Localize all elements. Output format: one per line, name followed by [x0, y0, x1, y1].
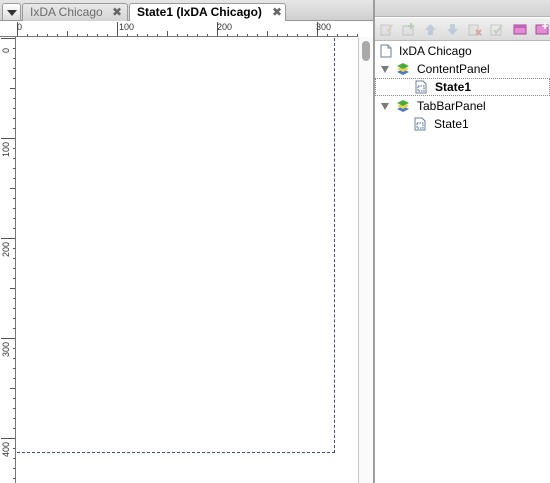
scrollbar-thumb[interactable]: [362, 41, 370, 61]
add-panel-icon[interactable]: [513, 22, 528, 37]
tab-close-icon[interactable]: ✖: [112, 4, 122, 20]
tree-item-label: TabBarPanel: [417, 99, 486, 113]
document-tab-strip: IxDA Chicago ✖ State1 (IxDA Chicago) ✖: [0, 0, 373, 22]
tab-list-menu-button[interactable]: [2, 3, 21, 20]
move-down-icon[interactable]: [445, 22, 460, 37]
tree-item-content-panel[interactable]: ContentPanel: [375, 60, 550, 78]
canvas-vertical-scrollbar[interactable]: [358, 37, 373, 483]
dynamic-panel-manager: IxDA Chicago ContentPanel State1 TabBarP…: [375, 0, 550, 483]
tree-item-state[interactable]: State1: [375, 115, 550, 133]
disclosure-triangle-icon[interactable]: [381, 103, 389, 110]
tab-close-icon[interactable]: ✖: [272, 4, 282, 20]
ruler-label: 0: [1, 47, 11, 53]
vertical-ruler-ticks: [1, 38, 15, 479]
tab-ixda-chicago[interactable]: IxDA Chicago ✖: [22, 3, 128, 21]
ruler-label: 200: [1, 241, 11, 257]
vertical-ruler: 0 100 200 300 400: [0, 37, 16, 483]
properties-icon[interactable]: [489, 22, 504, 37]
tab-state1-ixda-chicago[interactable]: State1 (IxDA Chicago) ✖: [129, 3, 286, 22]
panel-toolbar: [375, 18, 550, 41]
page-boundary: [17, 38, 335, 453]
tree-item-page[interactable]: IxDA Chicago: [375, 42, 550, 60]
ruler-label: 200: [217, 22, 233, 32]
add-icon[interactable]: [401, 22, 416, 37]
state-icon: [415, 80, 427, 94]
triangle-down-icon: [7, 10, 17, 16]
dynamic-panel-icon: [397, 100, 409, 112]
design-canvas[interactable]: [17, 38, 358, 483]
tree-item-label: IxDA Chicago: [399, 44, 472, 58]
tree-item-tabbar-panel[interactable]: TabBarPanel: [375, 97, 550, 115]
page-icon: [380, 44, 392, 58]
ruler-label: 400: [1, 441, 11, 457]
tree-item-label: State1: [434, 117, 469, 131]
delete-icon[interactable]: [467, 22, 482, 37]
move-up-icon[interactable]: [423, 22, 438, 37]
ruler-label: 0: [17, 22, 23, 32]
ruler-label: 300: [316, 22, 332, 32]
ruler-label: 100: [1, 141, 11, 157]
state-icon: [414, 117, 426, 131]
dynamic-panel-icon: [397, 63, 409, 75]
horizontal-ruler-ticks: [17, 22, 358, 36]
disclosure-triangle-icon[interactable]: [381, 66, 389, 73]
tree-item-label: ContentPanel: [417, 62, 490, 76]
tab-label: State1 (IxDA Chicago): [137, 5, 262, 19]
panel-header: [375, 0, 550, 17]
horizontal-ruler: 0 100 200 300: [0, 21, 358, 37]
ruler-label: 300: [1, 341, 11, 357]
tree-item-state-selected[interactable]: State1: [375, 78, 550, 96]
tree-item-label: State1: [435, 80, 472, 94]
tab-label: IxDA Chicago: [30, 5, 103, 19]
add-state-icon[interactable]: [535, 22, 550, 37]
edit-icon[interactable]: [379, 22, 394, 37]
ruler-label: 100: [119, 22, 135, 32]
